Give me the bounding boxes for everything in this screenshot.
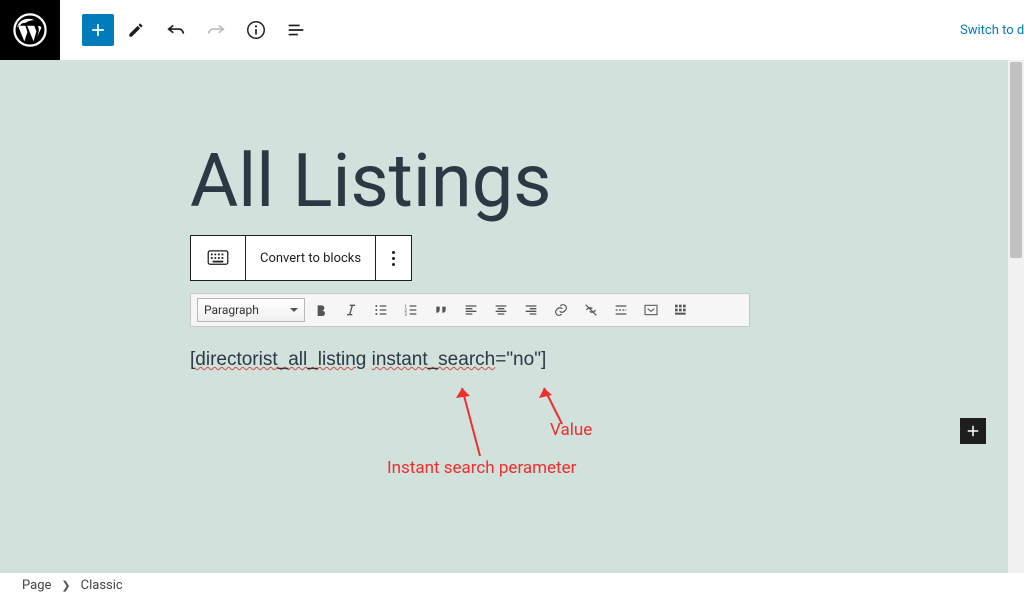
blockquote-button[interactable] xyxy=(427,296,455,324)
info-icon xyxy=(245,19,267,41)
tinymce-toolbar: Paragraph 123 xyxy=(190,293,750,327)
keyboard-icon xyxy=(207,250,229,266)
kebab-icon xyxy=(392,251,395,266)
shortcode-param: instant_search xyxy=(372,349,496,370)
annotation-arrow-param xyxy=(450,380,490,460)
outline-icon xyxy=(285,19,307,41)
bold-icon xyxy=(313,302,329,318)
page-title[interactable]: All Listings xyxy=(190,138,1024,225)
annotation-value-label: Value xyxy=(550,420,592,440)
quote-icon xyxy=(433,302,449,318)
unlink-button[interactable] xyxy=(577,296,605,324)
info-button[interactable] xyxy=(238,12,274,48)
wordpress-icon xyxy=(13,13,47,47)
format-select-value: Paragraph xyxy=(204,303,259,317)
editor-canvas: All Listings Convert to blocks Paragraph… xyxy=(0,60,1024,573)
link-icon xyxy=(553,302,569,318)
convert-label: Convert to blocks xyxy=(260,251,361,266)
ol-icon: 123 xyxy=(403,302,419,318)
align-left-button[interactable] xyxy=(457,296,485,324)
classic-editor-content[interactable]: [directorist_all_listing instant_search=… xyxy=(190,349,1024,371)
scrollbar-track[interactable] xyxy=(1008,60,1024,573)
align-center-button[interactable] xyxy=(487,296,515,324)
add-block-inline-button[interactable] xyxy=(960,418,986,444)
breadcrumb-root[interactable]: Page xyxy=(22,578,51,593)
fullscreen-icon xyxy=(643,302,659,318)
link-button[interactable] xyxy=(547,296,575,324)
undo-button[interactable] xyxy=(158,12,194,48)
editor-topbar: Switch to draft xyxy=(0,0,1024,60)
bullet-list-button[interactable] xyxy=(367,296,395,324)
align-left-icon xyxy=(463,302,479,318)
more-tag-icon xyxy=(613,302,629,318)
redo-icon xyxy=(205,19,227,41)
scrollbar-thumb[interactable] xyxy=(1010,62,1022,258)
ul-icon xyxy=(373,302,389,318)
edit-tool-button[interactable] xyxy=(118,12,154,48)
plus-icon xyxy=(964,422,982,440)
align-right-button[interactable] xyxy=(517,296,545,324)
wordpress-logo-button[interactable] xyxy=(0,0,60,60)
classic-block-icon-button[interactable] xyxy=(191,236,245,280)
shortcode-value: ="no"] xyxy=(495,349,546,370)
shortcode-tag: directorist_all_listing xyxy=(195,349,366,370)
unlink-icon xyxy=(583,302,599,318)
bold-button[interactable] xyxy=(307,296,335,324)
toolbar-toggle-button[interactable] xyxy=(667,296,695,324)
align-center-icon xyxy=(493,302,509,318)
switch-to-draft-link[interactable]: Switch to draft xyxy=(960,23,1024,38)
plus-icon xyxy=(88,20,108,40)
more-options-button[interactable] xyxy=(375,236,411,280)
svg-text:3: 3 xyxy=(404,312,407,318)
pencil-icon xyxy=(126,20,146,40)
redo-button[interactable] xyxy=(198,12,234,48)
annotation-param-label: Instant search perameter xyxy=(387,458,576,478)
numbered-list-button[interactable]: 123 xyxy=(397,296,425,324)
list-view-button[interactable] xyxy=(278,12,314,48)
italic-button[interactable] xyxy=(337,296,365,324)
classic-block-toolbar: Convert to blocks xyxy=(190,235,412,281)
fullscreen-button[interactable] xyxy=(637,296,665,324)
italic-icon xyxy=(343,302,359,318)
breadcrumb-current[interactable]: Classic xyxy=(81,578,123,593)
align-right-icon xyxy=(523,302,539,318)
undo-icon xyxy=(165,19,187,41)
annotation-arrow-value xyxy=(534,380,574,428)
insert-more-button[interactable] xyxy=(607,296,635,324)
breadcrumb-separator-icon: ❯ xyxy=(61,579,70,592)
format-select[interactable]: Paragraph xyxy=(197,298,305,322)
topbar-tools xyxy=(60,12,314,48)
block-breadcrumb: Page ❯ Classic xyxy=(0,573,1024,598)
add-block-button[interactable] xyxy=(82,14,114,46)
convert-to-blocks-button[interactable]: Convert to blocks xyxy=(245,236,375,280)
kitchen-sink-icon xyxy=(673,302,689,318)
